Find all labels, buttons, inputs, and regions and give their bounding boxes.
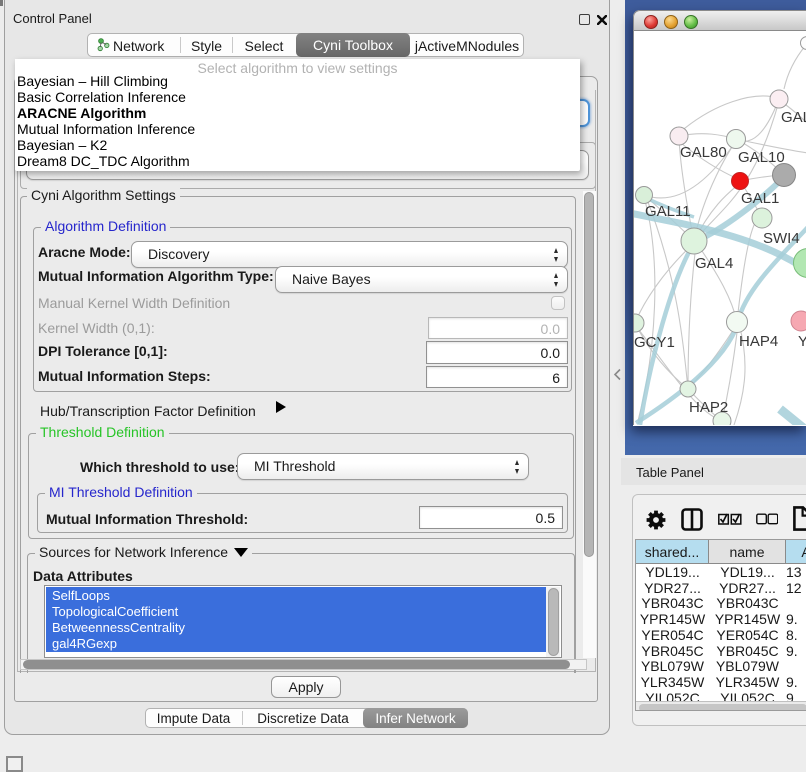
svg-text:GCY1: GCY1 xyxy=(634,334,675,351)
svg-text:GAL11: GAL11 xyxy=(645,203,691,220)
svg-text:HAP4: HAP4 xyxy=(739,333,778,350)
svg-text:GAL80: GAL80 xyxy=(680,144,727,161)
svg-text:SWI4: SWI4 xyxy=(763,230,800,247)
svg-text:GAL10: GAL10 xyxy=(738,149,785,166)
svg-text:GAL4: GAL4 xyxy=(695,255,733,272)
svg-text:YE: YE xyxy=(798,333,806,350)
svg-text:GAL1: GAL1 xyxy=(741,190,779,207)
svg-text:HAP2: HAP2 xyxy=(689,399,728,416)
svg-text:GAL7: GAL7 xyxy=(781,109,806,126)
